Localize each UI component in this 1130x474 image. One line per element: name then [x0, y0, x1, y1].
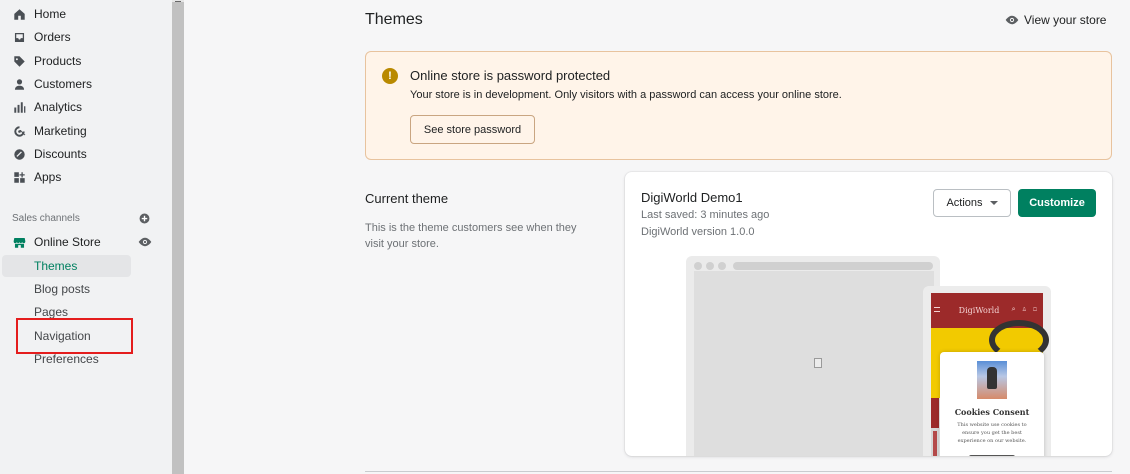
sidebar-item-label: Apps [34, 170, 62, 184]
window-dot-icon [718, 262, 726, 270]
orders-icon [12, 30, 26, 44]
customize-button[interactable]: Customize [1018, 189, 1096, 217]
sidebar-item-analytics[interactable]: Analytics [0, 96, 160, 118]
bar-chart-icon [12, 100, 26, 114]
sidebar-item-label: Home [34, 7, 67, 21]
sidebar-item-label: Online Store [34, 235, 101, 249]
sidebar-subitem-blog-posts[interactable]: Blog posts [2, 278, 131, 300]
mobile-side-panel [931, 398, 939, 428]
url-bar [733, 262, 933, 270]
sidebar-item-orders[interactable]: Orders [0, 26, 160, 48]
page-title: Themes [365, 11, 423, 28]
apps-icon [12, 170, 26, 184]
file-icon [814, 358, 822, 368]
sidebar-item-products[interactable]: Products [0, 50, 160, 72]
mobile-side-panel [933, 431, 937, 456]
store-icon [12, 235, 26, 249]
sidebar-item-label: Discounts [34, 147, 87, 161]
window-dot-icon [694, 262, 702, 270]
eye-icon[interactable] [138, 236, 152, 248]
see-store-password-button[interactable]: See store password [410, 115, 535, 144]
sidebar: Home Orders Products Customers Analytics… [0, 0, 172, 474]
theme-card: DigiWorld Demo1 Last saved: 3 minutes ag… [625, 172, 1112, 456]
sales-channels-label: Sales channels [12, 213, 80, 224]
sidebar-item-label: Products [34, 54, 82, 68]
sidebar-item-marketing[interactable]: Marketing [0, 120, 160, 142]
actions-label: Actions [946, 197, 983, 209]
sidebar-item-home[interactable]: Home [0, 3, 160, 25]
divider [365, 471, 1112, 472]
tag-icon [12, 54, 26, 68]
eye-icon [1005, 15, 1019, 25]
sidebar-item-apps[interactable]: Apps [0, 166, 160, 188]
sidebar-item-online-store[interactable]: Online Store [0, 231, 160, 253]
target-icon [12, 124, 26, 138]
scroll-up-arrow-icon[interactable] [175, 0, 181, 2]
sidebar-scrollbar-thumb[interactable] [172, 2, 184, 474]
person-figure [987, 367, 997, 389]
sidebar-item-label: Analytics [34, 100, 83, 114]
caret-down-icon [989, 201, 998, 205]
warning-icon: ! [382, 68, 398, 84]
theme-name: DigiWorld Demo1 [641, 190, 743, 205]
sidebar-item-discounts[interactable]: Discounts [0, 143, 160, 165]
theme-version: DigiWorld version 1.0.0 [641, 226, 755, 238]
banner-title: Online store is password protected [410, 68, 611, 83]
cookie-text: This website use cookies to ensure you g… [957, 422, 1027, 444]
actions-button[interactable]: Actions [933, 189, 1011, 217]
current-theme-heading: Current theme [365, 191, 449, 206]
window-dot-icon [706, 262, 714, 270]
desktop-screen [694, 271, 934, 456]
cookie-accept-button [969, 455, 1015, 456]
current-theme-description: This is the theme customers see when the… [365, 222, 577, 250]
discount-icon [12, 147, 26, 161]
view-store-link[interactable]: View your store [1005, 13, 1106, 27]
home-icon [12, 7, 26, 21]
sidebar-item-customers[interactable]: Customers [0, 73, 160, 95]
desktop-preview [686, 256, 940, 456]
sidebar-item-label: Customers [34, 77, 93, 91]
banner-text: Your store is in development. Only visit… [410, 89, 842, 101]
password-banner: ! Online store is password protected You… [365, 51, 1112, 160]
sidebar-item-label: Orders [34, 30, 71, 44]
sidebar-item-label: Marketing [34, 124, 87, 138]
highlight-box [16, 318, 133, 354]
person-icon [12, 77, 26, 91]
view-store-label: View your store [1024, 13, 1107, 27]
plus-icon[interactable] [139, 213, 150, 224]
cookie-consent-popup: Cookies Consent This website use cookies… [940, 352, 1044, 456]
sidebar-subitem-themes[interactable]: Themes [2, 255, 131, 277]
mobile-header-icons: ⌕ ♙ ◻ [1011, 306, 1039, 313]
theme-last-saved: Last saved: 3 minutes ago [641, 209, 770, 221]
cookie-title: Cookies Consent [954, 407, 1030, 417]
